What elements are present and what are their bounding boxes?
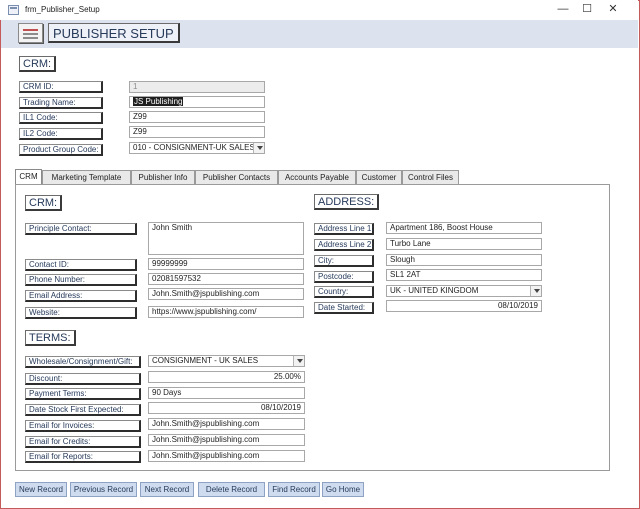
website-label: Website:	[25, 307, 137, 319]
crm-contact-section-title: CRM:	[25, 195, 63, 211]
contact-id-label: Contact ID:	[25, 259, 137, 271]
tab-control-files[interactable]: Control Files	[402, 170, 459, 185]
il2-code-field[interactable]: Z99	[129, 126, 265, 138]
maximize-button[interactable]: ☐	[574, 1, 600, 18]
phone-number-label: Phone Number:	[25, 274, 137, 286]
address-line-1-field[interactable]: Apartment 186, Boost House	[386, 222, 542, 234]
date-stock-first-expected-label: Date Stock First Expected:	[25, 404, 141, 416]
close-button[interactable]: ✕	[600, 1, 626, 18]
tab-publisher-contacts[interactable]: Publisher Contacts	[195, 170, 278, 185]
window-title: frm_Publisher_Setup	[25, 5, 100, 14]
wholesale-consignment-gift-label: Wholesale/Consignment/Gift:	[25, 356, 141, 368]
discount-field[interactable]: 25.00%	[148, 371, 305, 383]
address-line-1-label: Address Line 1:	[314, 223, 374, 235]
tab-crm[interactable]: CRM	[15, 169, 42, 185]
email-for-invoices-label: Email for Invoices:	[25, 420, 141, 432]
postcode-label: Postcode:	[314, 271, 374, 283]
form-icon	[8, 5, 19, 15]
product-group-code-value: 010 - CONSIGNMENT-UK SALES	[133, 143, 255, 152]
principle-contact-field[interactable]: John Smith	[148, 222, 304, 255]
date-started-field[interactable]: 08/10/2019	[386, 300, 542, 312]
previous-record-button[interactable]: Previous Record	[70, 482, 137, 497]
wholesale-consignment-gift-select[interactable]: CONSIGNMENT - UK SALES	[148, 355, 305, 367]
email-for-reports-field[interactable]: John.Smith@jspublishing.com	[148, 450, 305, 462]
city-field[interactable]: Slough	[386, 254, 542, 266]
email-for-credits-label: Email for Credits:	[25, 436, 141, 448]
city-label: City:	[314, 255, 374, 267]
go-home-button[interactable]: Go Home	[322, 482, 364, 497]
country-value: UK - UNITED KINGDOM	[390, 286, 479, 295]
email-address-label: Email Address:	[25, 290, 137, 302]
close-icon: ✕	[608, 3, 618, 15]
country-label: Country:	[314, 286, 374, 298]
address-section-title: ADDRESS:	[314, 194, 380, 210]
address-line-2-field[interactable]: Turbo Lane	[386, 238, 542, 250]
date-stock-first-expected-field[interactable]: 08/10/2019	[148, 402, 305, 414]
terms-section-title: TERMS:	[25, 330, 76, 346]
discount-label: Discount:	[25, 373, 141, 385]
email-address-field[interactable]: John.Smith@jspublishing.com	[148, 288, 304, 300]
chevron-down-icon[interactable]	[253, 143, 264, 153]
maximize-icon: ☐	[582, 3, 592, 15]
form-header-icon	[18, 23, 43, 43]
trading-name-label: Trading Name:	[19, 97, 103, 109]
trading-name-value: JS Publishing	[133, 97, 184, 106]
date-started-label: Date Started:	[314, 302, 374, 314]
crm-section-title: CRM:	[19, 56, 57, 72]
payment-terms-label: Payment Terms:	[25, 388, 141, 400]
find-record-button[interactable]: Find Record	[268, 482, 320, 497]
chevron-down-icon[interactable]	[293, 356, 304, 366]
tab-marketing-template[interactable]: Marketing Template	[42, 170, 131, 185]
minimize-button[interactable]: —	[550, 1, 576, 18]
principle-contact-label: Principle Contact:	[25, 223, 137, 235]
email-for-invoices-field[interactable]: John.Smith@jspublishing.com	[148, 418, 305, 430]
product-group-code-select[interactable]: 010 - CONSIGNMENT-UK SALES	[129, 142, 265, 154]
page-title: PUBLISHER SETUP	[48, 23, 180, 43]
contact-id-field[interactable]: 99999999	[148, 258, 304, 270]
email-for-credits-field[interactable]: John.Smith@jspublishing.com	[148, 434, 305, 446]
title-bar: frm_Publisher_Setup — ☐ ✕	[0, 0, 638, 20]
email-for-reports-label: Email for Reports:	[25, 451, 141, 463]
wholesale-consignment-gift-value: CONSIGNMENT - UK SALES	[152, 356, 259, 365]
crm-id-field[interactable]: 1	[129, 81, 265, 93]
delete-record-button[interactable]: Delete Record	[198, 482, 265, 497]
country-select[interactable]: UK - UNITED KINGDOM	[386, 285, 542, 297]
phone-number-field[interactable]: 02081597532	[148, 273, 304, 285]
il1-code-label: IL1 Code:	[19, 112, 103, 124]
trading-name-field[interactable]: JS Publishing	[129, 96, 265, 108]
il1-code-field[interactable]: Z99	[129, 111, 265, 123]
address-line-2-label: Address Line 2:	[314, 239, 374, 251]
website-field[interactable]: https://www.jspublishing.com/	[148, 306, 304, 318]
tab-accounts-payable[interactable]: Accounts Payable	[278, 170, 356, 185]
minimize-icon: —	[557, 3, 569, 15]
chevron-down-icon[interactable]	[530, 286, 541, 296]
tab-customer[interactable]: Customer	[356, 170, 402, 185]
tab-publisher-info[interactable]: Publisher Info	[131, 170, 195, 185]
crm-id-label: CRM ID:	[19, 81, 103, 93]
postcode-field[interactable]: SL1 2AT	[386, 269, 542, 281]
next-record-button[interactable]: Next Record	[140, 482, 194, 497]
new-record-button[interactable]: New Record	[15, 482, 67, 497]
payment-terms-field[interactable]: 90 Days	[148, 387, 305, 399]
il2-code-label: IL2 Code:	[19, 128, 103, 140]
product-group-code-label: Product Group Code:	[19, 144, 103, 156]
